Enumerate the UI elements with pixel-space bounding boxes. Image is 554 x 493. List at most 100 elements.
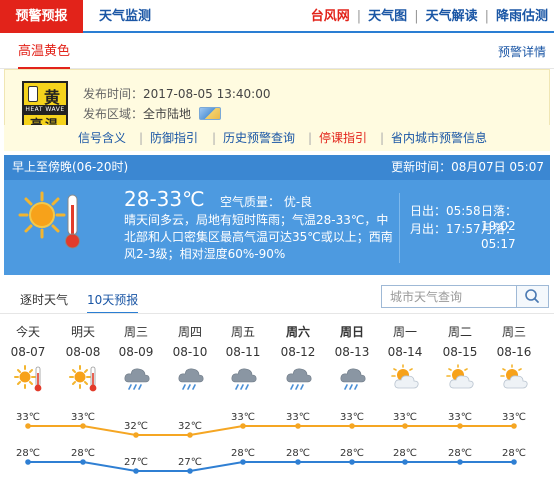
cloud-rain-icon xyxy=(229,364,259,394)
high-temp-label: 33℃ xyxy=(231,412,255,423)
day-name: 周二 xyxy=(447,325,472,339)
publish-time-label: 发布时间： xyxy=(83,87,144,101)
high-temp-point xyxy=(349,423,355,429)
map-icon[interactable] xyxy=(199,107,222,120)
day-name: 周三 xyxy=(501,325,526,339)
day-date: 08-07 xyxy=(10,345,46,359)
low-temp-point xyxy=(511,459,517,465)
day-name: 周四 xyxy=(177,325,202,339)
top-links: 台风网 | 天气图 | 天气解读 | 降雨估测 xyxy=(311,0,548,33)
thermometer-icon xyxy=(28,86,38,102)
day-name: 周日 xyxy=(339,325,364,339)
publish-time: 发布时间：2017-08-05 13:40:00 xyxy=(83,85,270,102)
high-temp-point xyxy=(187,432,193,438)
low-temp-label: 28℃ xyxy=(502,448,526,459)
link-signal-meaning[interactable]: 信号含义 xyxy=(78,125,126,151)
publish-time-value: 2017-08-05 13:40:00 xyxy=(143,87,271,101)
high-temp-point xyxy=(25,423,31,429)
low-temp-point xyxy=(402,459,408,465)
day-date: 08-12 xyxy=(280,345,316,359)
moonset-time: 月落：05:17 xyxy=(481,222,518,251)
high-temp-line xyxy=(28,425,514,436)
link-history-query[interactable]: 历史预警查询 xyxy=(223,125,295,151)
link-school-suspension-guide[interactable]: 停课指引 xyxy=(319,125,367,151)
warning-header: 高温黄色 预警详情 xyxy=(0,35,554,69)
link-separator: | xyxy=(139,131,144,145)
search-icon xyxy=(525,289,539,303)
warning-title-tab[interactable]: 高温黄色 xyxy=(18,35,71,69)
sunny-hot-icon xyxy=(18,189,88,253)
day-date: 08-08 xyxy=(65,345,101,359)
publish-region-value: 全市陆地 xyxy=(143,107,192,121)
link-separator: | xyxy=(414,9,419,24)
high-temp-point xyxy=(240,423,246,429)
tab-warning-forecast[interactable]: 预警预报 xyxy=(0,0,83,33)
air-quality: 空气质量： 优-良 xyxy=(220,195,313,209)
high-temp-point xyxy=(295,423,301,429)
cloud-rain-icon xyxy=(122,364,152,394)
temperature-trend-chart: 33℃ 33℃ 32℃ 32℃ 33℃ 33℃ 33℃ 33℃ 33℃ 33℃ 28℃ 28℃ 27℃ 2… xyxy=(16,412,526,474)
day-column: 周五 08-11 xyxy=(216,314,270,390)
day-date: 08-09 xyxy=(118,345,154,359)
warning-details-link[interactable]: 预警详情 xyxy=(498,35,546,69)
tab-10-day-forecast[interactable]: 10天预报 xyxy=(87,291,139,314)
low-temp-point xyxy=(457,459,463,465)
link-typhoon[interactable]: 台风网 xyxy=(311,9,350,24)
day-date: 08-10 xyxy=(172,345,208,359)
search-input[interactable] xyxy=(382,286,516,307)
low-temp-label: 27℃ xyxy=(178,457,202,468)
high-temp-label: 33℃ xyxy=(286,412,310,423)
link-weather-interpretation[interactable]: 天气解读 xyxy=(426,9,478,24)
high-temp-label: 33℃ xyxy=(502,412,526,423)
forecast-period: 早上至傍晚(06-20时) xyxy=(12,160,129,174)
high-temp-label: 33℃ xyxy=(16,412,40,423)
link-defense-guide[interactable]: 防御指引 xyxy=(150,125,198,151)
link-rainfall-estimate[interactable]: 降雨估测 xyxy=(496,9,548,24)
day-date: 08-11 xyxy=(225,345,261,359)
high-temp-label: 33℃ xyxy=(71,412,95,423)
link-province-warnings[interactable]: 省内城市预警信息 xyxy=(391,125,487,151)
day-date: 08-16 xyxy=(496,345,532,359)
forecast-update-time: 更新时间：08月07日 05:07 xyxy=(391,160,544,174)
tab-hourly-weather[interactable]: 逐时天气 xyxy=(20,291,68,308)
link-separator: | xyxy=(212,131,217,145)
cloud-rain-icon xyxy=(338,364,368,394)
top-nav: 预警预报 天气监测 台风网 | 天气图 | 天气解读 | 降雨估测 xyxy=(0,0,554,33)
day-column: 周三 08-09 xyxy=(109,314,163,390)
day-name: 周三 xyxy=(123,325,148,339)
low-temp-label: 28℃ xyxy=(448,448,472,459)
high-temp-label: 33℃ xyxy=(393,412,417,423)
high-temp-label: 33℃ xyxy=(448,412,472,423)
forecast-panel: 早上至傍晚(06-20时) 更新时间：08月07日 05:07 28-33℃ 空… xyxy=(4,155,550,275)
signal-top: 黄 xyxy=(24,83,66,107)
link-separator: | xyxy=(380,131,385,145)
high-temp-label: 32℃ xyxy=(124,421,148,432)
low-temp-label: 28℃ xyxy=(231,448,255,459)
publish-region-label: 发布区域： xyxy=(83,107,144,121)
high-temp-label: 33℃ xyxy=(340,412,364,423)
high-temp-point xyxy=(457,423,463,429)
low-temp-point xyxy=(187,468,193,474)
day-column: 明天 08-08 xyxy=(56,314,110,392)
tab-weather-monitor[interactable]: 天气监测 xyxy=(99,0,151,33)
cloud-rain-icon xyxy=(284,364,314,394)
low-temp-label: 27℃ xyxy=(124,457,148,468)
ten-day-forecast: 33℃ 33℃ 32℃ 32℃ 33℃ 33℃ 33℃ 33℃ 33℃ 33℃ 28℃ 28℃ 27℃ 2… xyxy=(0,314,554,493)
low-temp-point xyxy=(240,459,246,465)
forecast-header: 早上至傍晚(06-20时) 更新时间：08月07日 05:07 xyxy=(4,155,550,180)
low-temp-label: 28℃ xyxy=(16,448,40,459)
high-temp-label: 32℃ xyxy=(178,421,202,432)
divider xyxy=(399,193,400,263)
warning-links-row: 信号含义 | 防御指引 | 历史预警查询 | 停课指引 | 省内城市预警信息 xyxy=(4,125,550,151)
day-name: 周一 xyxy=(392,325,417,339)
day-column: 今天 08-07 xyxy=(1,314,55,392)
partly-cloudy-icon xyxy=(391,364,421,394)
high-temp-point xyxy=(402,423,408,429)
low-temp-label: 28℃ xyxy=(340,448,364,459)
day-name: 明天 xyxy=(70,325,95,339)
day-column: 周二 08-15 xyxy=(433,314,487,389)
day-column: 周三 08-16 xyxy=(487,314,541,389)
partly-cloudy-icon xyxy=(500,364,530,394)
search-button[interactable] xyxy=(516,286,548,307)
link-weather-map[interactable]: 天气图 xyxy=(368,9,407,24)
